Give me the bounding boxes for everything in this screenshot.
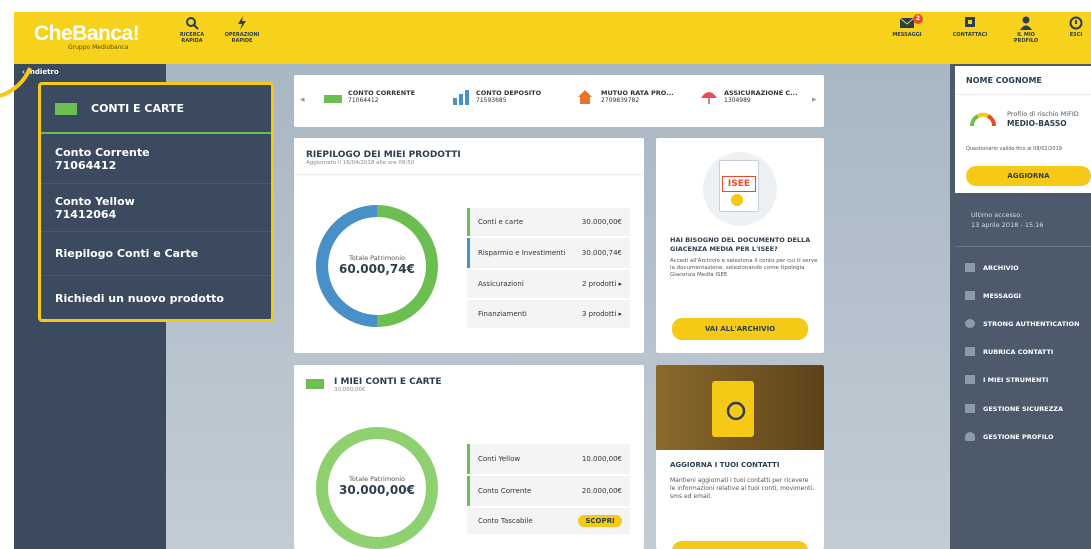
accounts-cards-menu: CONTI E CARTE Conto Corrente 71064412 Con…: [38, 82, 274, 322]
accounts-row-current[interactable]: Conto Corrente 20.000,00€: [467, 476, 630, 506]
donut-value: 30.000,00€: [339, 483, 415, 497]
tab-insurance[interactable]: ASSICURAZIONE C... 1304989: [700, 89, 798, 105]
go-to-archive-button[interactable]: VAI ALL'ARCHIVIO: [672, 318, 808, 340]
tabs-next-arrow[interactable]: ▸: [812, 95, 817, 105]
refresh-icon: [726, 401, 746, 421]
seal-icon: [731, 194, 743, 206]
isee-title: HAI BISOGNO DEL DOCUMENTO DELLA GIACENZA…: [670, 236, 811, 253]
logo[interactable]: CheBanca! Gruppo Mediobanca: [34, 22, 140, 51]
accounts-row-yellow[interactable]: Conti Yellow 10.000,00€: [467, 444, 630, 474]
isee-card: ISEE HAI BISOGNO DEL DOCUMENTO DELLA GIA…: [656, 138, 824, 353]
risk-value: MEDIO-BASSO: [1007, 119, 1067, 128]
menu-item-yellow-account[interactable]: Conto Yellow 71412064: [41, 184, 271, 232]
umbrella-icon: [701, 92, 717, 104]
quick-search-button[interactable]: RICERCA RAPIDA: [174, 16, 210, 44]
card-icon: [55, 102, 77, 115]
side-link-strong-auth[interactable]: STRONG AUTHENTICATION: [965, 319, 1080, 328]
contacts-title: AGGIORNA I TUOI CONTATTI: [670, 461, 780, 469]
menu-item-current-account[interactable]: Conto Corrente 71064412: [41, 134, 271, 184]
messages-button[interactable]: 2 MESSAGGI: [889, 14, 925, 38]
highlight-arc: [0, 67, 32, 98]
menu-header[interactable]: CONTI E CARTE: [41, 85, 271, 134]
exit-icon: [1069, 16, 1083, 30]
update-profile-button[interactable]: AGGIORNA: [966, 166, 1091, 186]
menu-item-new-product[interactable]: Richiedi un nuovo prodotto: [41, 276, 271, 319]
side-link-tools[interactable]: I MIEI STRUMENTI: [965, 375, 1048, 384]
donut-value: 60.000,74€: [339, 262, 415, 276]
contact-button[interactable]: CONTATTACI: [950, 16, 990, 38]
summary-updated: Aggiornato il 16/04/2018 alle ore 09:50: [306, 160, 415, 166]
messages-count-badge: 2: [913, 14, 923, 24]
search-icon: [186, 17, 199, 30]
tab-current-account[interactable]: CONTO CORRENTE 71064412: [324, 89, 415, 105]
discover-button[interactable]: SCOPRI: [578, 515, 622, 527]
accounts-row-pocket[interactable]: Conto Tascabile SCOPRI: [467, 508, 630, 534]
envelope-icon: [965, 291, 975, 300]
side-link-messages[interactable]: MESSAGGI: [965, 291, 1021, 300]
wrench-icon: [965, 375, 975, 384]
top-bar: CheBanca! Gruppo Mediobanca RICERCA RAPID…: [14, 12, 1091, 64]
chat-icon: [965, 17, 975, 27]
menu-item-summary[interactable]: Riepilogo Conti e Carte: [41, 232, 271, 276]
donut-label: Totale Patrimonio: [348, 475, 406, 483]
product-tabs: ◂ CONTO CORRENTE 71064412 CONTO DEPOSITO 7…: [294, 75, 824, 127]
my-profile-button[interactable]: IL MIO PROFILO: [1008, 16, 1044, 44]
side-link-profile[interactable]: GESTIONE PROFILO: [965, 432, 1054, 441]
tab-deposit-account[interactable]: CONTO DEPOSITO 71593685: [452, 89, 541, 105]
card-icon: [306, 379, 324, 389]
donut-label: Totale Patrimonio: [348, 254, 406, 262]
profile-panel: NOME COGNOME Profilo di rischio MiFID ME…: [955, 66, 1091, 193]
risk-gauge-icon: [970, 112, 996, 127]
house-icon: [578, 90, 592, 104]
isee-body: Accedi all'Archivio e seleziona il conto…: [670, 258, 818, 278]
tabs-prev-arrow[interactable]: ◂: [300, 95, 305, 105]
exit-button[interactable]: ESCI: [1062, 16, 1090, 38]
tab-mortgage[interactable]: MUTUO RATA PRO... 2709839782: [577, 89, 674, 105]
summary-row-insurance[interactable]: Assicurazioni 2 prodotti ▸: [467, 270, 630, 298]
questionnaire-validity: Questionario valido fino al 08/02/2019: [966, 146, 1062, 152]
update-contacts-card: AGGIORNA I TUOI CONTATTI Mantieni aggior…: [656, 365, 824, 549]
card-icon: [324, 95, 342, 103]
lock-icon: [965, 404, 975, 413]
risk-label: Profilo di rischio MiFID: [1007, 110, 1079, 118]
contacts-body: Mantieni aggiornati i tuoi contatti per …: [670, 477, 815, 500]
summary-row-loans[interactable]: Finanziamenti 3 prodotti ▸: [467, 300, 630, 328]
side-link-contacts-book[interactable]: RUBRICA CONTATTI: [965, 347, 1053, 356]
logo-name: CheBanca!: [34, 22, 140, 45]
accounts-amount: 30.000,00€: [334, 387, 366, 393]
profile-name: NOME COGNOME: [966, 76, 1042, 85]
lightning-icon: [238, 16, 246, 30]
last-access: Ultimo accesso: 13 aprile 2018 - 15.16: [971, 211, 1044, 229]
user-icon: [965, 432, 975, 441]
archive-icon: [965, 263, 975, 272]
accounts-title: I MIEI CONTI E CARTE: [334, 377, 442, 387]
side-link-security[interactable]: GESTIONE SICUREZZA: [965, 404, 1063, 413]
side-link-archive[interactable]: ARCHIVIO: [965, 263, 1019, 272]
isee-badge: ISEE: [722, 176, 756, 192]
user-icon: [1020, 16, 1032, 30]
address-book-icon: [965, 347, 975, 356]
summary-row-accounts[interactable]: Conti e carte 30.000,00€: [467, 208, 630, 236]
summary-title: RIEPILOGO DEI MIEI PRODOTTI: [306, 150, 461, 160]
quick-operations-button[interactable]: OPERAZIONI RAPIDE: [220, 16, 264, 44]
shield-icon: [965, 319, 975, 328]
bar-chart-icon: [453, 90, 469, 105]
menu-title: CONTI E CARTE: [91, 102, 184, 115]
update-contacts-button[interactable]: [672, 541, 808, 549]
summary-row-savings[interactable]: Risparmio e Investimenti 30.000,74€: [467, 238, 630, 268]
